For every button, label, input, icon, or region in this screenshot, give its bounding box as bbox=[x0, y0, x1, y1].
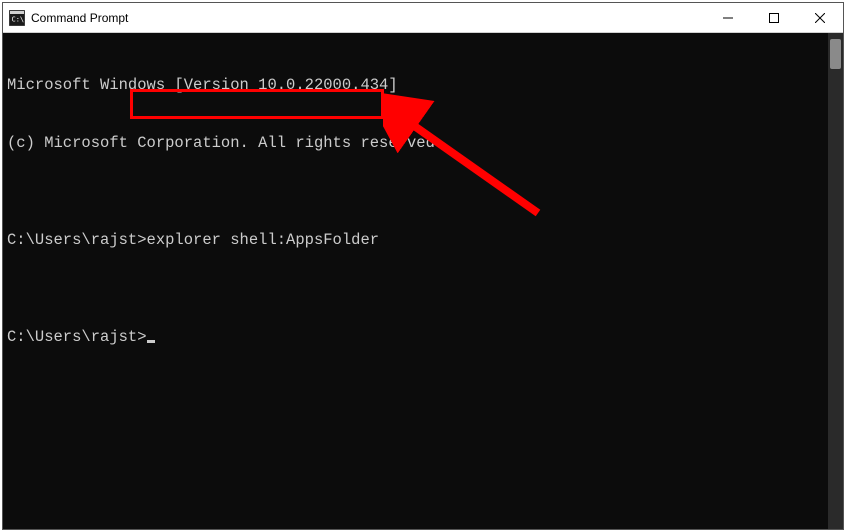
annotation-arrow-icon bbox=[383, 93, 563, 233]
terminal-line: C:\Users\rajst> bbox=[7, 328, 824, 347]
svg-text:C:\: C:\ bbox=[12, 15, 25, 23]
cmd-icon: C:\ bbox=[9, 10, 25, 26]
prompt-prefix: C:\Users\rajst> bbox=[7, 328, 147, 347]
terminal-line: Microsoft Windows [Version 10.0.22000.43… bbox=[7, 76, 824, 95]
minimize-button[interactable] bbox=[705, 3, 751, 32]
close-button[interactable] bbox=[797, 3, 843, 32]
terminal-line: C:\Users\rajst>explorer shell:AppsFolder bbox=[7, 231, 824, 250]
terminal-line: (c) Microsoft Corporation. All rights re… bbox=[7, 134, 824, 153]
scroll-thumb[interactable] bbox=[830, 39, 841, 69]
maximize-button[interactable] bbox=[751, 3, 797, 32]
typed-command: explorer shell:AppsFolder bbox=[147, 231, 380, 250]
command-prompt-window: C:\ Command Prompt Microsoft Windows [Ve… bbox=[2, 2, 844, 530]
prompt-prefix: C:\Users\rajst> bbox=[7, 231, 147, 250]
terminal-area[interactable]: Microsoft Windows [Version 10.0.22000.43… bbox=[3, 33, 843, 529]
vertical-scrollbar[interactable] bbox=[828, 33, 843, 529]
terminal-output[interactable]: Microsoft Windows [Version 10.0.22000.43… bbox=[3, 33, 828, 529]
cursor bbox=[147, 340, 155, 343]
window-title: Command Prompt bbox=[31, 11, 705, 25]
titlebar[interactable]: C:\ Command Prompt bbox=[3, 3, 843, 33]
window-controls bbox=[705, 3, 843, 32]
